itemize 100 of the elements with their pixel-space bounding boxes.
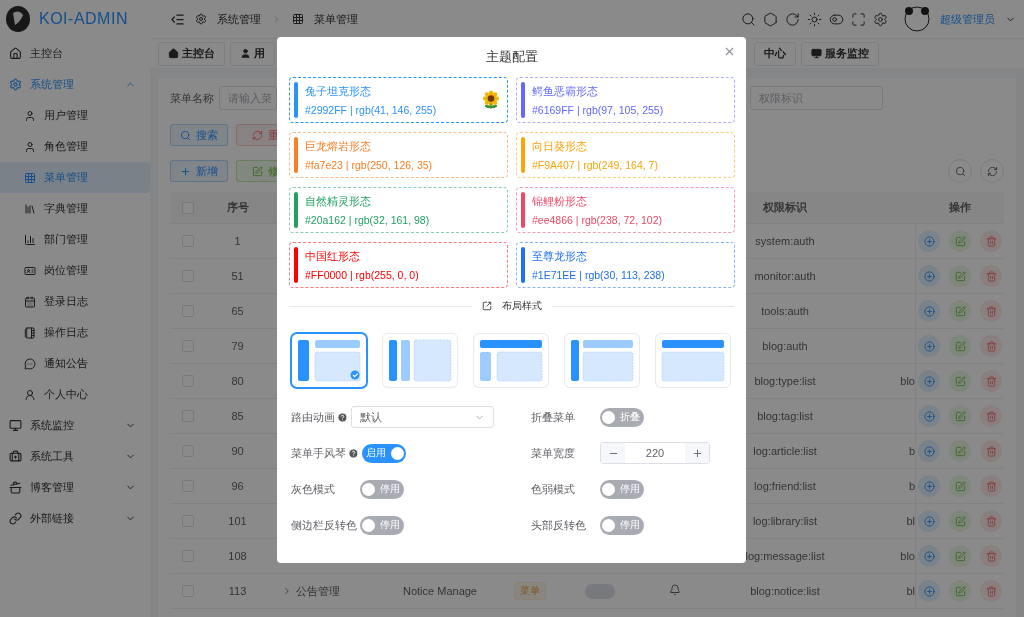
edit-icon (954, 305, 966, 317)
tab[interactable]: 服务监控 (801, 41, 879, 66)
sidebar-item[interactable]: 登录日志 (0, 286, 150, 317)
color-code: #ee4866 | rgb(238, 72, 102) (532, 213, 663, 226)
trash-icon (985, 340, 997, 352)
sun-icon[interactable] (807, 11, 822, 27)
number-field[interactable]: 220 (600, 442, 710, 464)
sidebar-item[interactable]: 博客管理 (0, 472, 150, 503)
table-cell: 公告管理 (270, 583, 340, 599)
layout-option[interactable] (292, 334, 366, 387)
sidebar-item[interactable]: 个人中心 (0, 379, 150, 410)
sidebar-item[interactable]: 岗位管理 (0, 255, 150, 286)
menu-icon (9, 450, 22, 463)
table-cell: bl (906, 515, 915, 527)
theme-name: 自然精灵形态 (305, 194, 372, 209)
table-cell: 101 (228, 515, 247, 527)
table-cell: system:auth (755, 235, 815, 247)
table-cell: log:library:list (752, 515, 818, 527)
collapse-icon[interactable] (170, 11, 185, 27)
color-code: #FF0000 | rgb(255, 0, 0) (305, 268, 420, 281)
tab[interactable]: 主控台 (158, 41, 225, 66)
menu-icon (24, 357, 36, 370)
edit-icon (954, 375, 966, 387)
layout-option[interactable] (383, 334, 457, 387)
sidebar-item[interactable]: 主控台 (0, 38, 150, 69)
menu-icon (9, 512, 22, 525)
trash-icon (985, 515, 997, 527)
table-cell: Notice Manage (403, 585, 477, 597)
plus-circle-icon (923, 550, 935, 562)
sidebar-item[interactable]: 部门管理 (0, 224, 150, 255)
theme-card[interactable]: 锦鲤粉形态 #ee4866 | rgb(238, 72, 102) (516, 187, 735, 233)
app-logo-text: KOI-ADMIN (39, 10, 128, 28)
plus-button[interactable] (685, 443, 709, 463)
sidebar-item[interactable]: 用户管理 (0, 100, 150, 131)
sidebar-item[interactable]: 系统工具 (0, 441, 150, 472)
setting-label: 菜单手风琴 (291, 445, 346, 461)
table-cell: blo (900, 375, 915, 387)
settings-icon[interactable] (873, 11, 888, 27)
theme-card[interactable]: 兔子坦克形态 #2992FF | rgb(41, 146, 255) (289, 77, 508, 123)
theme-name: 锦鲤粉形态 (532, 194, 588, 209)
refresh-button[interactable] (980, 159, 1004, 183)
breadcrumb-item[interactable]: 菜单管理 (314, 11, 358, 27)
sidebar-item[interactable]: 操作日志 (0, 317, 150, 348)
table-cell: log:article:list (753, 445, 817, 457)
theme-card[interactable]: 巨龙熔岩形态 #fa7e23 | rgb(250, 126, 35) (289, 132, 508, 178)
refresh-icon (251, 129, 263, 141)
avatar[interactable] (904, 6, 930, 32)
table-cell: blog:type:list (754, 375, 816, 387)
sidebar-item[interactable]: 字典管理 (0, 193, 150, 224)
hexagon-icon[interactable] (763, 11, 778, 27)
animation-select[interactable]: 默认 (351, 406, 494, 428)
expand-icon[interactable] (282, 586, 292, 596)
edit-icon (954, 515, 966, 527)
setting-label: 路由动画 (291, 409, 335, 425)
setting-label: 色弱模式 (531, 481, 575, 497)
tab[interactable]: 用 (230, 41, 275, 66)
color-code: #1E71EE | rgb(30, 113, 238) (532, 268, 666, 281)
help-icon[interactable] (348, 447, 359, 459)
table-cell: blog:notice:list (750, 585, 820, 597)
search-icon[interactable] (741, 11, 756, 27)
toggle-icon[interactable] (829, 11, 844, 27)
layout-option[interactable] (656, 334, 730, 387)
close-button[interactable] (723, 45, 736, 58)
menu-icon (24, 202, 36, 215)
table-cell: 80 (231, 375, 244, 387)
table-cell: 85 (231, 410, 244, 422)
table-cell: 51 (231, 270, 244, 282)
plus-circle-icon (923, 235, 935, 247)
sidebar-item[interactable]: 通知公告 (0, 348, 150, 379)
table-cell: 79 (231, 340, 244, 352)
breadcrumb-item[interactable]: 系统管理 (217, 11, 261, 27)
table-cell: monitor:auth (754, 270, 816, 282)
help-icon[interactable] (337, 411, 348, 423)
toggle-switch[interactable]: 启用 (362, 443, 406, 463)
refresh-icon[interactable] (785, 11, 800, 27)
tab[interactable]: 中心 (754, 41, 796, 66)
plus-circle-icon (923, 410, 935, 422)
edit-icon (251, 165, 263, 177)
menu-icon (24, 233, 36, 246)
sunflower-icon (481, 90, 501, 110)
fullscreen-icon[interactable] (851, 11, 866, 27)
layout-option[interactable] (565, 334, 639, 387)
table-cell: tools:auth (761, 305, 809, 317)
search-button[interactable] (948, 159, 972, 183)
sidebar-item[interactable]: 系统监控 (0, 410, 150, 441)
theme-card[interactable]: 鳄鱼恶霸形态 #6169FF | rgb(97, 105, 255) (516, 77, 735, 123)
plus-circle-icon (923, 305, 935, 317)
layout-option[interactable] (474, 334, 548, 387)
plus-circle-icon (923, 480, 935, 492)
table-cell: 96 (231, 480, 244, 492)
type-tag: 菜单 (514, 582, 546, 600)
theme-card[interactable]: 中国红形态 #FF0000 | rgb(255, 0, 0) (289, 242, 508, 288)
sidebar-item[interactable]: 系统管理 (0, 69, 150, 100)
menu-icon (24, 171, 36, 184)
user-name[interactable]: 超级管理员 (940, 11, 995, 27)
theme-card[interactable]: 至尊龙形态 #1E71EE | rgb(30, 113, 238) (516, 242, 735, 288)
sidebar-item[interactable]: 角色管理 (0, 131, 150, 162)
sidebar-item[interactable]: 外部链接 (0, 503, 150, 534)
plus-circle-icon (923, 515, 935, 527)
theme-card[interactable]: 自然精灵形态 #20a162 | rgb(32, 161, 98) (289, 187, 508, 233)
